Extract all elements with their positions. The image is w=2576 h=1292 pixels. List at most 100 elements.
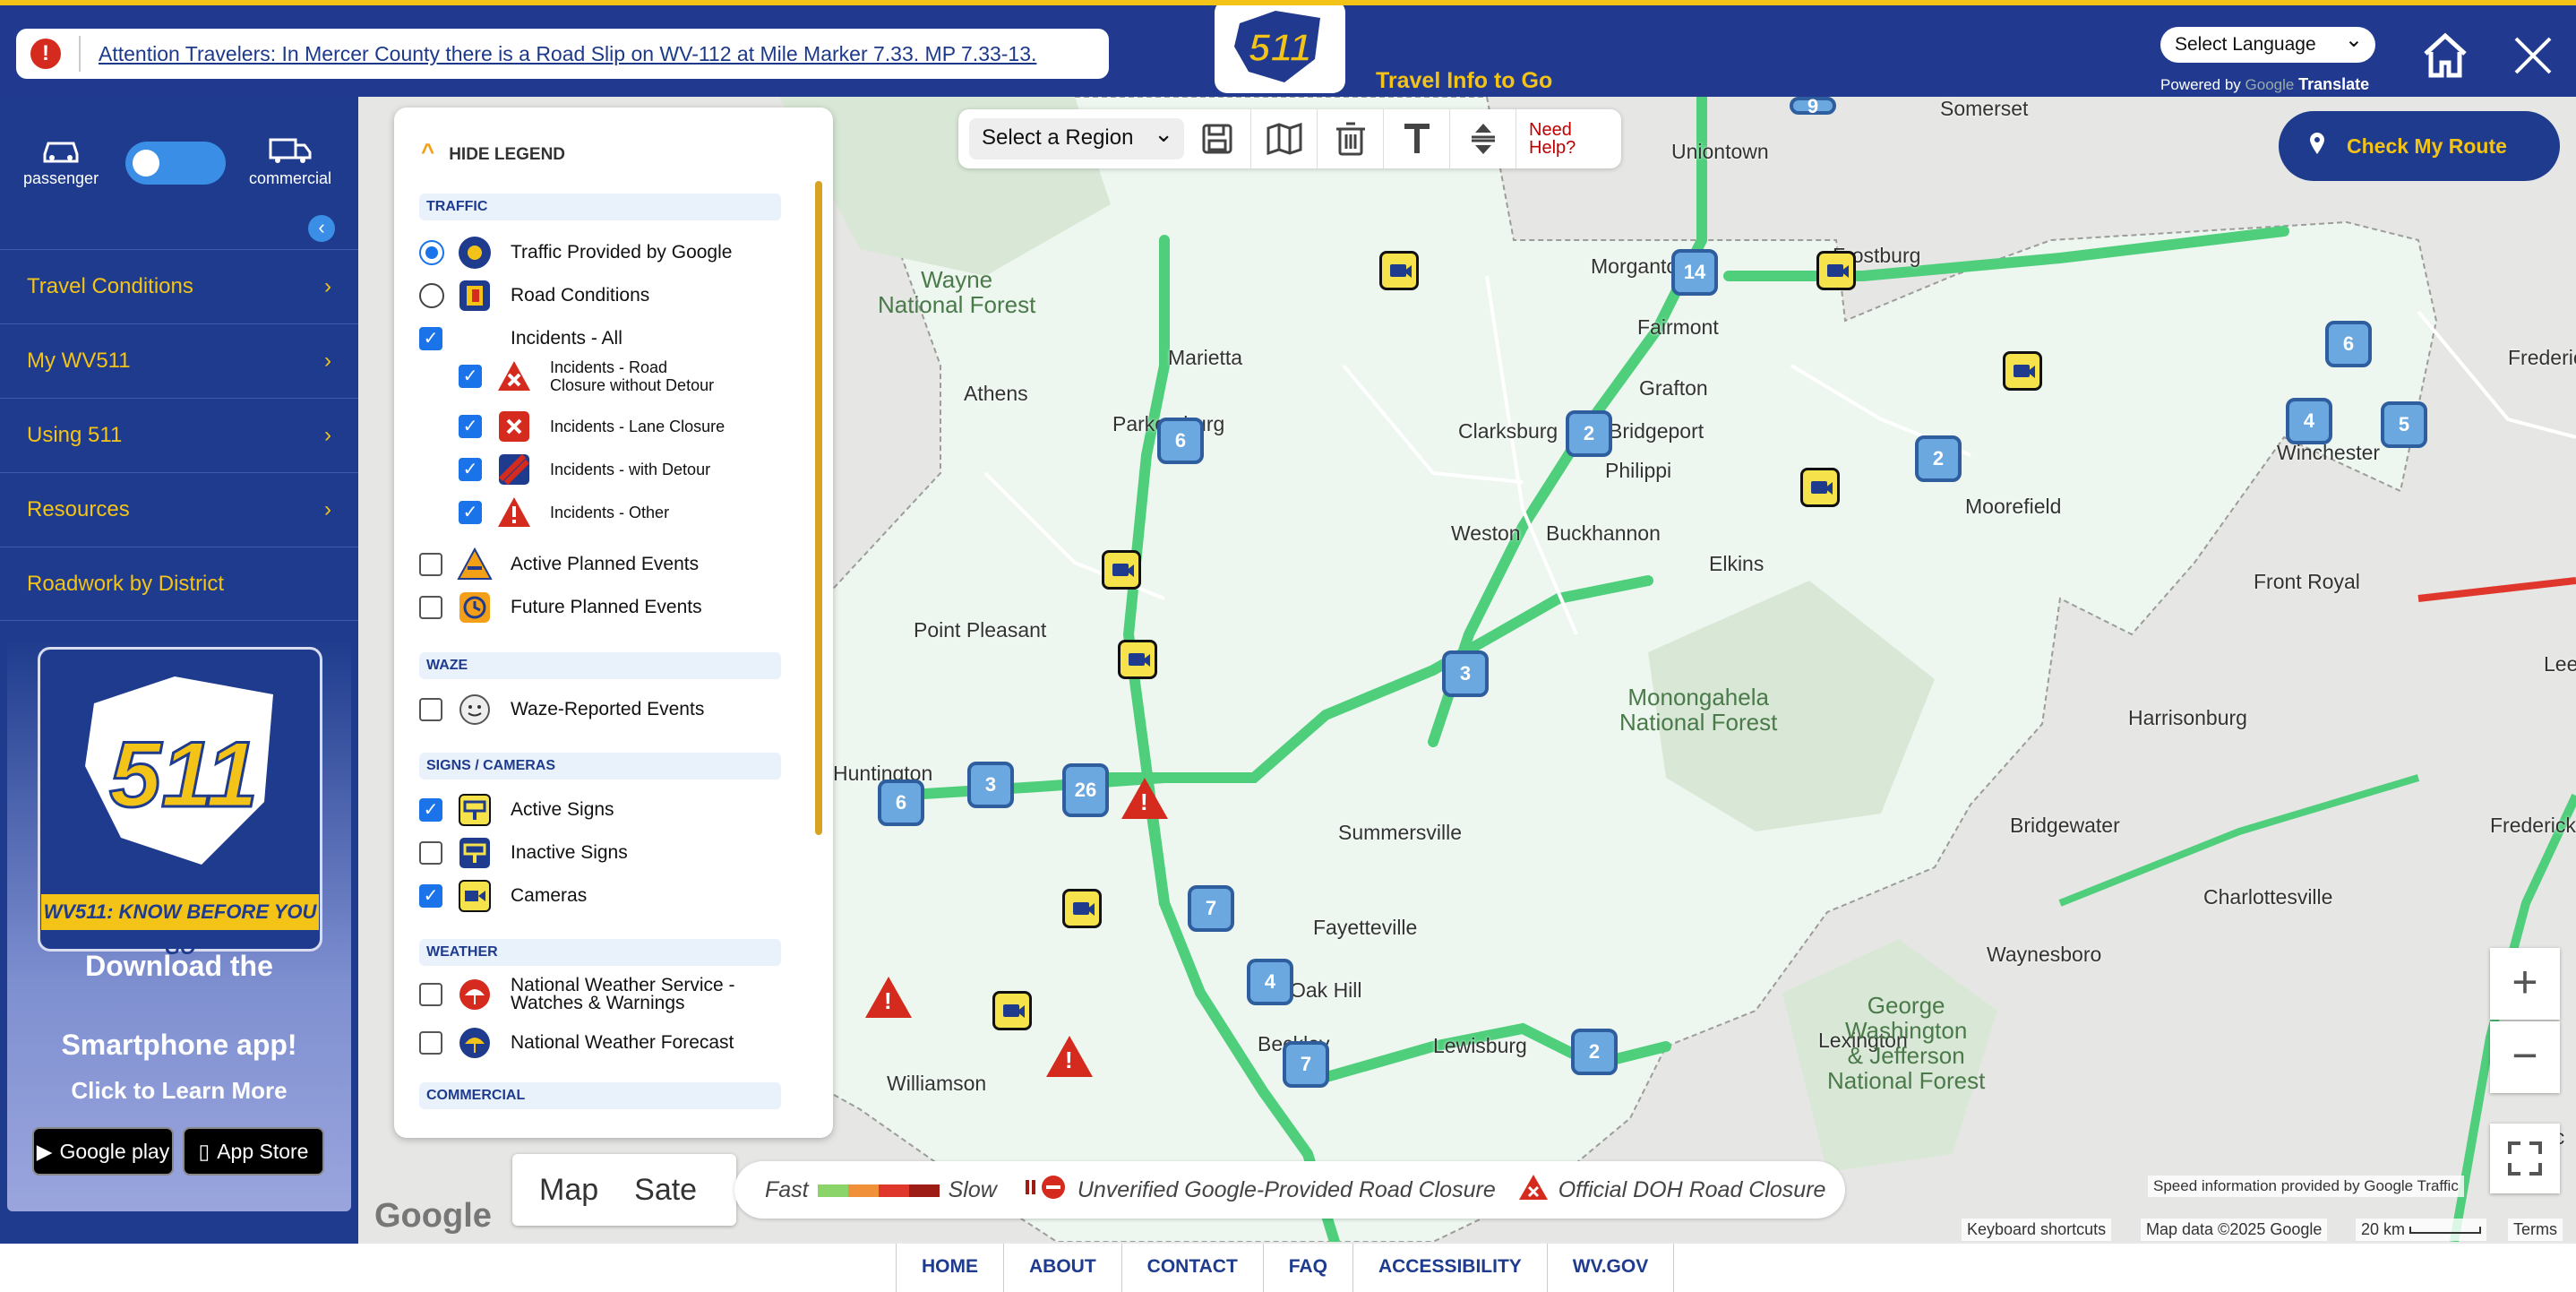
legend-active-planned[interactable]: Active Planned Events xyxy=(419,547,699,582)
legend-inc-lane[interactable]: ✓ Incidents - Lane Closure xyxy=(459,409,725,444)
incident-warning-icon[interactable] xyxy=(1121,778,1168,819)
cluster-marker[interactable]: 26 xyxy=(1062,763,1109,817)
legend-waze[interactable]: Waze-Reported Events xyxy=(419,692,704,728)
checkbox[interactable] xyxy=(419,983,442,1006)
footer-link-wvgov[interactable]: WV.GOV xyxy=(1548,1244,1675,1292)
camera-marker[interactable] xyxy=(1118,640,1157,679)
app-promo-banner[interactable]: 511 WV511: KNOW BEFORE YOU GO Download t… xyxy=(7,638,351,1211)
map-type-satellite[interactable]: Sate xyxy=(625,1173,706,1208)
cluster-marker[interactable]: 4 xyxy=(1247,959,1293,1005)
home-icon[interactable] xyxy=(2422,32,2469,79)
legend-inc-other[interactable]: ✓ Incidents - Other xyxy=(459,495,669,530)
legend-road-conditions[interactable]: Road Conditions xyxy=(419,278,649,314)
checkbox[interactable] xyxy=(419,596,442,619)
legend-cameras[interactable]: ✓ Cameras xyxy=(419,878,587,914)
sidebar-item-using-511[interactable]: Using 511 › xyxy=(0,398,358,472)
checkbox[interactable]: ✓ xyxy=(459,458,482,481)
trash-icon[interactable] xyxy=(1317,109,1383,168)
cluster-marker[interactable]: 2 xyxy=(1915,435,1962,482)
radio[interactable] xyxy=(419,283,444,308)
sidebar-item-resources[interactable]: Resources › xyxy=(0,472,358,547)
footer-link-contact[interactable]: CONTACT xyxy=(1122,1244,1264,1292)
place-label: Buckhannon xyxy=(1546,521,1661,545)
collapse-sidebar-button[interactable]: ‹ xyxy=(308,215,335,242)
camera-marker[interactable] xyxy=(992,991,1032,1030)
cluster-marker[interactable]: 9 xyxy=(1790,97,1836,116)
checkbox[interactable] xyxy=(419,841,442,865)
incident-warning-icon[interactable] xyxy=(1046,1036,1093,1077)
region-select[interactable]: Select a Region xyxy=(969,118,1184,159)
checkbox[interactable]: ✓ xyxy=(419,798,442,822)
sidebar-item-my-wv511[interactable]: My WV511 › xyxy=(0,323,358,398)
radio[interactable] xyxy=(419,240,444,265)
legend-scrollbar[interactable] xyxy=(815,181,822,835)
app-store-button[interactable]: ▯ App Store xyxy=(183,1127,324,1176)
map-layers-icon[interactable] xyxy=(1250,109,1317,168)
checkbox[interactable] xyxy=(419,1031,442,1055)
cluster-marker[interactable]: 7 xyxy=(1283,1041,1329,1088)
checkbox[interactable]: ✓ xyxy=(419,327,442,350)
zoom-out-button[interactable]: − xyxy=(2490,1021,2560,1093)
alert-link[interactable]: Attention Travelers: In Mercer County th… xyxy=(99,42,1036,66)
cluster-marker[interactable]: 7 xyxy=(1188,885,1234,932)
checkbox[interactable]: ✓ xyxy=(459,365,482,388)
camera-marker[interactable] xyxy=(1816,251,1856,290)
checkbox[interactable]: ✓ xyxy=(459,501,482,524)
mode-commercial[interactable]: commercial xyxy=(249,136,331,188)
language-select[interactable]: Select Language xyxy=(2160,27,2375,63)
footer-link-faq[interactable]: FAQ xyxy=(1264,1244,1353,1292)
legend-nws-forecast[interactable]: National Weather Forecast xyxy=(419,1025,734,1061)
fullscreen-button[interactable] xyxy=(2490,1124,2560,1193)
camera-marker[interactable] xyxy=(1062,889,1102,928)
cluster-marker[interactable]: 14 xyxy=(1671,249,1718,296)
map-type-control: Map Sate xyxy=(512,1154,736,1226)
expand-collapse-icon[interactable] xyxy=(1449,109,1516,168)
legend-active-signs[interactable]: ✓ Active Signs xyxy=(419,792,614,828)
camera-marker[interactable] xyxy=(1800,468,1840,507)
camera-marker[interactable] xyxy=(1379,251,1419,290)
wv511-logo[interactable]: 511 xyxy=(1204,0,1356,99)
hide-legend-button[interactable]: ^ HIDE LEGEND xyxy=(421,138,565,166)
zoom-in-button[interactable]: + xyxy=(2490,948,2560,1020)
mode-passenger[interactable]: passenger xyxy=(23,136,99,188)
camera-marker[interactable] xyxy=(2003,351,2042,391)
check-my-route-button[interactable]: Check My Route xyxy=(2279,111,2560,181)
cluster-marker[interactable]: 6 xyxy=(2325,321,2372,367)
cluster-marker[interactable]: 5 xyxy=(2381,401,2427,448)
keyboard-shortcuts-link[interactable]: Keyboard shortcuts xyxy=(1962,1219,2112,1241)
legend-inc-closure[interactable]: ✓ Incidents - Road Closure without Detour xyxy=(459,358,714,394)
legend-inactive-signs[interactable]: Inactive Signs xyxy=(419,835,628,871)
terms-link[interactable]: Terms xyxy=(2508,1219,2563,1241)
legend-google-traffic[interactable]: Traffic Provided by Google xyxy=(419,235,732,271)
footer-link-about[interactable]: ABOUT xyxy=(1004,1244,1122,1292)
cluster-marker[interactable]: 6 xyxy=(1157,418,1204,464)
cluster-marker[interactable]: 2 xyxy=(1571,1029,1618,1075)
cluster-marker[interactable]: 3 xyxy=(967,762,1014,808)
cluster-marker[interactable]: 2 xyxy=(1566,410,1612,457)
footer-link-accessibility[interactable]: ACCESSIBILITY xyxy=(1353,1244,1548,1292)
map-type-map[interactable]: Map xyxy=(512,1173,625,1208)
legend-nws[interactable]: National Weather Service - Watches & Warn… xyxy=(419,976,735,1012)
sidebar-item-roadwork-by-district[interactable]: Roadwork by District xyxy=(0,547,358,621)
checkbox[interactable] xyxy=(419,698,442,721)
legend-incidents-all[interactable]: ✓ Incidents - All xyxy=(419,321,623,357)
checkbox[interactable]: ✓ xyxy=(419,884,442,908)
need-help-button[interactable]: Need Help? xyxy=(1516,109,1576,168)
footer-link-home[interactable]: HOME xyxy=(897,1244,1004,1292)
checkbox[interactable] xyxy=(419,553,442,576)
save-icon[interactable] xyxy=(1184,109,1250,168)
incident-warning-icon[interactable] xyxy=(865,977,912,1018)
legend-inc-detour[interactable]: ✓ Incidents - with Detour xyxy=(459,452,710,487)
camera-marker[interactable] xyxy=(1102,550,1141,590)
google-play-button[interactable]: ▶ Google play xyxy=(32,1127,174,1176)
cluster-marker[interactable]: 6 xyxy=(878,780,924,826)
text-size-icon[interactable] xyxy=(1383,109,1449,168)
sidebar-item-travel-conditions[interactable]: Travel Conditions › xyxy=(0,249,358,323)
checkbox[interactable]: ✓ xyxy=(459,415,482,438)
cluster-marker[interactable]: 4 xyxy=(2286,398,2332,444)
cluster-marker[interactable]: 3 xyxy=(1442,650,1489,697)
legend-future-planned[interactable]: Future Planned Events xyxy=(419,590,702,625)
x-social-icon[interactable] xyxy=(2513,36,2553,75)
mode-toggle[interactable] xyxy=(125,142,226,185)
alert-banner[interactable]: ! Attention Travelers: In Mercer County … xyxy=(16,29,1109,79)
